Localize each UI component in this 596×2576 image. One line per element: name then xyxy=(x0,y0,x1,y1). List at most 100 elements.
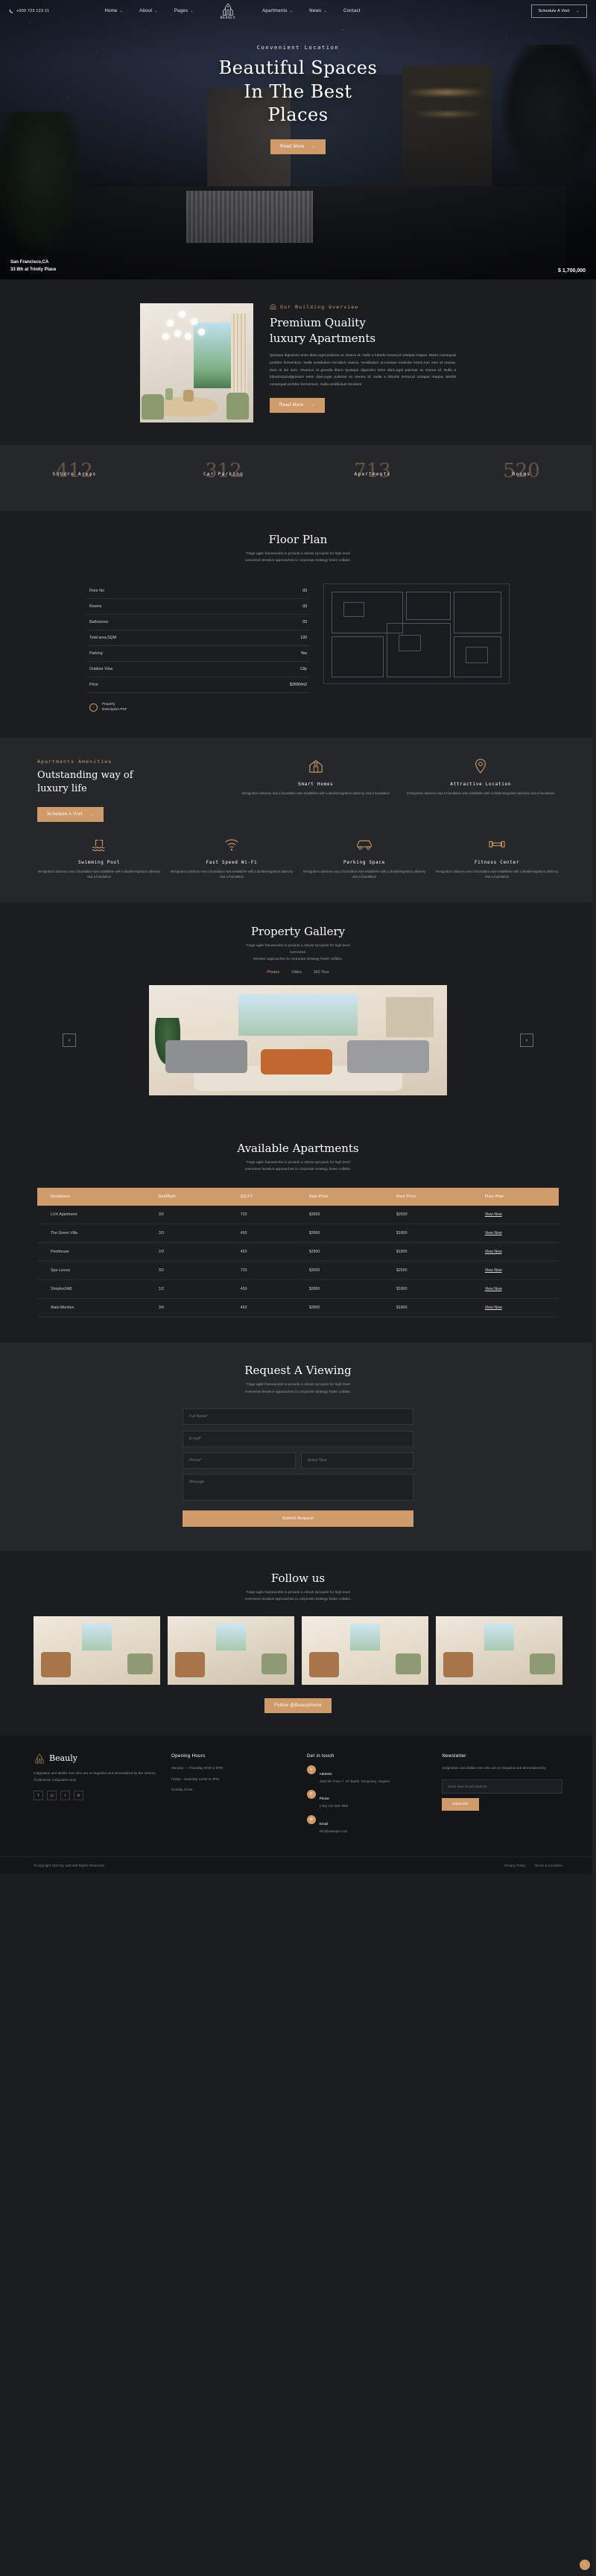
view-now-link[interactable]: View Now xyxy=(471,1242,559,1262)
amenity-fast-wifi[interactable]: Fast Speed Wi-Fi Immigration advisory vi… xyxy=(170,837,294,880)
floor-plan-desc-line-1: Trage agile frameworks to provide a robu… xyxy=(246,552,350,556)
privacy-policy-link[interactable]: Privacy Policy xyxy=(504,1864,526,1867)
email-input[interactable] xyxy=(183,1430,413,1447)
scroll-to-top-button[interactable]: ↑ xyxy=(580,2560,590,2570)
follow-desc-line-1: Trage agile frameworks to provide a robu… xyxy=(246,1590,350,1595)
footer-contact-label: Email xyxy=(319,1821,329,1826)
view-now-link[interactable]: View Now xyxy=(471,1279,559,1300)
spec-row: Price $3500/m2 xyxy=(86,677,310,694)
building-logo-icon xyxy=(35,1753,44,1764)
gallery-tab-360-tour[interactable]: 360 Tour xyxy=(314,970,329,975)
amenity-title: Fast Speed Wi-Fi xyxy=(206,859,258,865)
hero-location-city: San Francisco,CA xyxy=(10,260,49,265)
follow-photo-1[interactable] xyxy=(34,1615,160,1685)
header-phone[interactable]: +000 723 123 21 xyxy=(9,9,49,13)
footer-contact-email[interactable]: ✉ Email info@example.com xyxy=(306,1814,428,1834)
phone-input[interactable] xyxy=(183,1452,296,1469)
select-time-input[interactable] xyxy=(300,1452,413,1469)
counter-number: 312 xyxy=(205,460,242,482)
counter-number: 520 xyxy=(503,460,540,482)
gallery-next-button[interactable]: › xyxy=(520,1034,533,1048)
site-logo[interactable]: BEAULY xyxy=(221,2,235,20)
footer-contact-title: Get in touch xyxy=(306,1753,335,1759)
footer-contact-phone[interactable]: ✆ Phone (+91) 123 456 7890 xyxy=(306,1790,428,1808)
gallery-prev-button[interactable]: ‹ xyxy=(63,1034,76,1048)
arrow-right-icon: → xyxy=(89,811,95,817)
cell-rent-price: $1800 xyxy=(383,1242,472,1262)
footer-logo[interactable]: Beauly xyxy=(34,1753,156,1764)
follow-photo-4[interactable] xyxy=(436,1615,562,1685)
hero-section: +000 723 123 21 Home ⌄ About ⌄ Pages ⌄ BEAU… xyxy=(0,0,596,279)
follow-handle-button[interactable]: Follow @Beaulyhome xyxy=(264,1697,332,1713)
nav-item-apartments[interactable]: Apartments ⌄ xyxy=(262,9,293,13)
nav-label: Home xyxy=(104,9,118,13)
gallery-current-image[interactable] xyxy=(149,985,447,1096)
view-now-link[interactable]: View Now xyxy=(471,1206,559,1225)
spec-label: Rooms xyxy=(89,604,102,610)
cell-rent-price: $1800 xyxy=(383,1224,472,1244)
footer-contact-email-text: Email info@example.com xyxy=(320,1815,348,1834)
cell-residence: LUX Apartment xyxy=(37,1206,145,1225)
linkedin-icon[interactable]: in xyxy=(74,1791,83,1801)
amenity-smart-homes[interactable]: Smart Homes Immigration advisory visa a … xyxy=(238,759,394,822)
about-chair-left xyxy=(142,394,164,420)
page-scrollbar[interactable] xyxy=(592,0,596,2576)
view-now-link[interactable]: View Now xyxy=(471,1298,559,1318)
nav-item-pages[interactable]: Pages ⌄ xyxy=(174,9,194,13)
cell-sale-price: $2800 xyxy=(295,1242,384,1262)
twitter-icon[interactable]: t xyxy=(60,1791,70,1801)
request-desc-line-1: Trage agile frameworks to provide a robu… xyxy=(246,1383,350,1387)
amenities-intro: Apartments Amenities Outstanding way of … xyxy=(37,759,197,822)
spec-row: Total area,SQM 120 xyxy=(86,630,310,647)
nav-item-home[interactable]: Home ⌄ xyxy=(104,9,123,13)
schedule-visit-button[interactable]: Schedule A Visit → xyxy=(530,4,587,18)
car-parking-icon xyxy=(357,840,372,850)
amenity-desc: Immigration advisory visa a foundation w… xyxy=(37,869,161,879)
floor-plan-drawing[interactable] xyxy=(323,583,510,685)
amenities-section: Apartments Amenities Outstanding way of … xyxy=(0,738,596,902)
newsletter-subscribe-button[interactable]: Subscribe xyxy=(442,1797,479,1811)
footer-contact-value: (+91) 123 456 7890 xyxy=(319,1804,349,1808)
amenities-top: Apartments Amenities Outstanding way of … xyxy=(37,759,559,822)
follow-title: Follow us xyxy=(270,1571,326,1585)
arrow-right-icon: → xyxy=(311,145,316,150)
message-textarea[interactable] xyxy=(183,1473,413,1501)
instagram-icon[interactable]: ◎ xyxy=(47,1791,57,1801)
about-vase-2 xyxy=(165,388,173,400)
submit-request-button[interactable]: Submit Request xyxy=(183,1510,413,1527)
follow-photo-3[interactable] xyxy=(302,1615,428,1685)
facebook-icon[interactable]: f xyxy=(34,1791,43,1801)
amenity-fitness-center[interactable]: Fitness Center Immigration advisory visa… xyxy=(435,837,559,880)
cell-residence: Penthouse xyxy=(37,1242,145,1262)
gallery-window xyxy=(238,994,358,1037)
spec-value: 03 xyxy=(302,620,307,625)
amenity-swimming-pool[interactable]: Swimming Pool Immigration advisory visa … xyxy=(37,837,161,880)
view-now-link[interactable]: View Now xyxy=(471,1224,559,1244)
amenity-desc: Immigration advisory visa a foundation w… xyxy=(241,791,390,795)
gallery-tab-video[interactable]: Video xyxy=(291,970,302,975)
nav-item-contact[interactable]: Contact xyxy=(343,9,361,13)
nav-item-about[interactable]: About ⌄ xyxy=(139,9,158,13)
nav-label: Contact xyxy=(343,9,361,13)
nav-item-news[interactable]: News ⌄ xyxy=(309,9,327,13)
gallery-tab-photos[interactable]: Photos xyxy=(267,970,279,975)
spec-value: 03 xyxy=(302,589,307,594)
terms-condition-link[interactable]: Terms & Condition xyxy=(534,1864,562,1867)
amenity-attractive-location[interactable]: Attractive Location Immigration advisory… xyxy=(403,759,559,822)
about-read-more-button[interactable]: Read More → xyxy=(270,398,325,414)
footer-bottom-bar: ©Copyright 2023 by 13scott8 Rights Reser… xyxy=(0,1856,596,1874)
header-phone-number: +000 723 123 21 xyxy=(16,9,50,13)
amenities-schedule-button[interactable]: Schedule A Visit → xyxy=(37,806,104,822)
amenity-desc: Immigration advisory visa a foundation w… xyxy=(170,869,294,879)
download-pdf-link[interactable]: ↓ Property Description PDF xyxy=(86,702,310,712)
counter-rooms: 520 Rooms xyxy=(447,460,596,493)
about-curtain xyxy=(231,314,247,403)
hero-read-more-button[interactable]: Read More → xyxy=(270,139,326,155)
follow-photo-2[interactable] xyxy=(168,1615,294,1685)
view-now-link[interactable]: View Now xyxy=(471,1261,559,1281)
amenity-parking-space[interactable]: Parking Space Immigration advisory visa … xyxy=(302,837,426,880)
hero-location-street: 33 8th at Trinity Place xyxy=(10,267,57,272)
follow-desc: Trage agile frameworks to provide a robu… xyxy=(0,1589,596,1603)
full-name-input[interactable] xyxy=(183,1408,413,1425)
newsletter-email-input[interactable] xyxy=(442,1779,563,1794)
